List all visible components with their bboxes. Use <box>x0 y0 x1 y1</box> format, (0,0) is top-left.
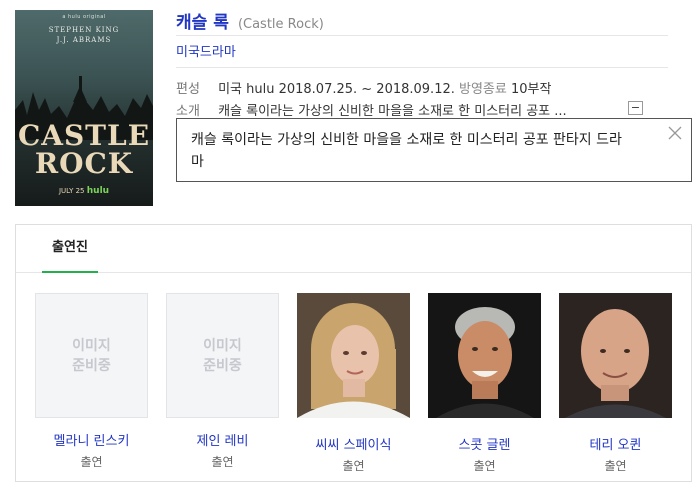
cast-name[interactable]: 씨씨 스페이식 <box>297 434 410 453</box>
collapse-button[interactable]: − <box>628 101 643 115</box>
intro-popup: 캐슬 록이라는 가상의 신비한 마을을 소재로 한 미스터리 공포 판타지 드라… <box>176 118 692 182</box>
intro-full-line1: 캐슬 록이라는 가상의 신비한 마을을 소재로 한 미스터리 공포 판타지 드라 <box>191 132 622 148</box>
intro-label: 소개 <box>176 104 200 119</box>
schedule-value: 미국 hulu 2018.07.25. ~ 2018.09.12. <box>218 82 455 97</box>
placeholder-line2: 준비중 <box>203 357 242 374</box>
cast-photo[interactable] <box>428 293 541 418</box>
cast-name[interactable]: 테리 오퀸 <box>559 434 672 453</box>
placeholder-line1: 이미지 <box>203 337 242 354</box>
genre-link[interactable]: 미국드라마 <box>176 45 236 60</box>
cast-member[interactable]: 스콧 글렌 출연 <box>428 293 541 474</box>
cast-name[interactable]: 제인 레비 <box>166 430 279 449</box>
cast-tabbar: 출연진 <box>16 225 691 273</box>
image-placeholder[interactable]: 이미지 준비중 <box>166 293 279 418</box>
image-placeholder[interactable]: 이미지 준비중 <box>35 293 148 418</box>
episode-count: 10부작 <box>511 82 552 97</box>
cast-role: 출연 <box>80 455 103 469</box>
poster-credit-1: STEPHEN KING <box>48 26 120 34</box>
poster-title-2: ROCK <box>34 147 134 180</box>
poster-release-date: JULY 25 <box>58 187 85 195</box>
placeholder-line2: 준비중 <box>72 357 111 374</box>
cast-role: 출연 <box>473 459 496 473</box>
cast-member[interactable]: 이미지 준비중 멜라니 린스키 출연 <box>35 293 148 470</box>
cast-name[interactable]: 스콧 글렌 <box>428 434 541 453</box>
cast-role: 출연 <box>342 459 365 473</box>
intro-truncated: 캐슬 록이라는 가상의 신비한 마을을 소재로 한 미스터리 공포 ... <box>218 104 567 119</box>
poster-network: hulu <box>86 186 110 196</box>
cast-member[interactable]: 테리 오퀸 출연 <box>559 293 672 474</box>
intro-row: 소개 캐슬 록이라는 가상의 신비한 마을을 소재로 한 미스터리 공포 ... <box>176 100 646 119</box>
schedule-row: 편성 미국 hulu 2018.07.25. ~ 2018.09.12. 방영종… <box>176 78 551 97</box>
poster-title-1: CASTLE <box>17 119 151 152</box>
cast-role: 출연 <box>211 455 234 469</box>
show-title[interactable]: 캐슬 록 <box>176 13 229 33</box>
cast-photo[interactable] <box>297 293 410 418</box>
cast-role: 출연 <box>604 459 627 473</box>
cast-member[interactable]: 이미지 준비중 제인 레비 출연 <box>166 293 279 470</box>
close-icon[interactable] <box>667 125 683 141</box>
cast-photo[interactable] <box>559 293 672 418</box>
show-original-title: (Castle Rock) <box>237 17 324 32</box>
cast-member[interactable]: 씨씨 스페이식 출연 <box>297 293 410 474</box>
schedule-label: 편성 <box>176 82 200 97</box>
poster-release: JULY 25 hulu <box>15 186 153 196</box>
intro-full-line2: 마 <box>191 154 204 170</box>
cast-panel: 출연진 이미지 준비중 멜라니 린스키 출연 이미지 준비중 제인 레비 출연 <box>15 224 692 482</box>
title-row: 캐슬 록 (Castle Rock) <box>176 8 668 36</box>
poster-credit-top: a hulu original <box>62 14 106 20</box>
tab-cast[interactable]: 출연진 <box>42 225 98 273</box>
show-poster[interactable]: a hulu original STEPHEN KING J.J. ABRAMS… <box>15 10 153 206</box>
poster-credit-2: J.J. ABRAMS <box>56 36 112 44</box>
placeholder-line1: 이미지 <box>72 337 111 354</box>
status-text: 방영종료 <box>459 82 507 97</box>
cast-name[interactable]: 멜라니 린스키 <box>35 430 148 449</box>
genre-row: 미국드라마 <box>176 40 668 68</box>
